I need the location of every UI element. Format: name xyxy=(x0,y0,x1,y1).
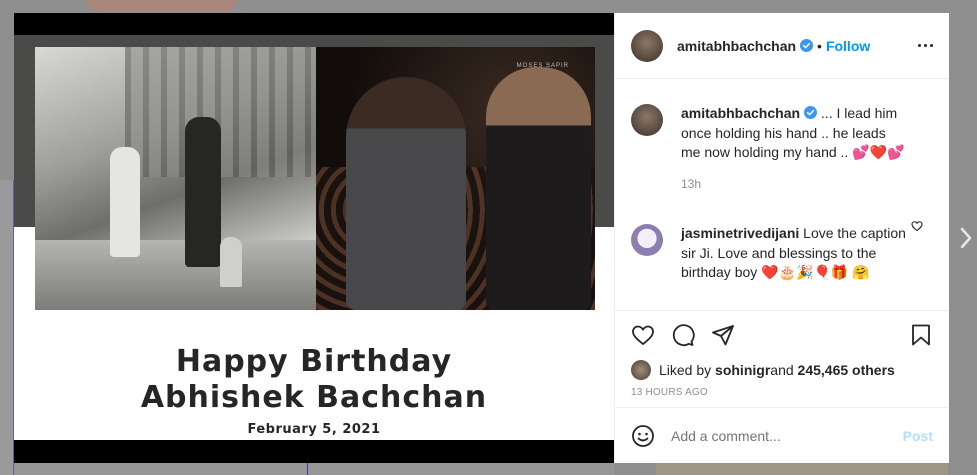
comment-input[interactable] xyxy=(671,427,903,444)
separator-dot: • xyxy=(817,37,822,54)
photo-watermark: MOSES SAPIR xyxy=(516,63,569,69)
action-icons xyxy=(631,311,933,359)
commenter-username[interactable]: jasminetrivedijani xyxy=(681,225,799,241)
author-username[interactable]: amitabhbachchan xyxy=(677,38,796,54)
likes-count[interactable]: 245,465 others xyxy=(798,362,895,378)
bookmark-icon[interactable] xyxy=(909,323,933,347)
post-timestamp[interactable]: 13 HOURS AGO xyxy=(631,387,933,407)
caption-avatar[interactable] xyxy=(631,104,663,136)
post-comment-button[interactable]: Post xyxy=(903,428,933,444)
vintage-photo xyxy=(35,47,316,310)
post-side-panel: amitabhbachchan • Follow amitabhbachchan… xyxy=(614,13,949,463)
post-media[interactable]: MOSES SAPIR Happy Birthday Abhishek Bach… xyxy=(14,13,614,463)
likes-prefix: Liked by xyxy=(659,362,712,378)
heart-icon[interactable] xyxy=(631,323,655,347)
photo-figure-man xyxy=(185,117,221,267)
photo-figure-son xyxy=(346,77,466,310)
smiley-icon[interactable] xyxy=(631,424,655,448)
verified-badge-icon xyxy=(800,39,814,52)
author-avatar[interactable] xyxy=(631,29,663,62)
caption-username[interactable]: amitabhbachchan xyxy=(681,105,800,121)
caption-time[interactable]: 13h xyxy=(681,175,906,195)
caption-comment: amitabhbachchan ... I lead him once hold… xyxy=(631,104,933,194)
comments-section[interactable]: amitabhbachchan ... I lead him once hold… xyxy=(615,79,949,310)
photo-figure-child xyxy=(110,147,140,257)
background-divider xyxy=(307,463,308,475)
recent-photo: MOSES SAPIR xyxy=(316,47,595,310)
background-thumbnail xyxy=(86,0,236,12)
caption-body: amitabhbachchan ... I lead him once hold… xyxy=(681,104,906,194)
liker-username[interactable]: sohinigr xyxy=(715,362,770,378)
commenter-avatar[interactable] xyxy=(631,224,663,256)
comment-item: jasminetrivedijani Love the caption sir … xyxy=(631,224,933,283)
verified-badge-icon xyxy=(804,106,818,119)
add-comment-bar: Post xyxy=(615,407,949,463)
follow-button[interactable]: Follow xyxy=(826,38,870,54)
post-header: amitabhbachchan • Follow xyxy=(615,13,949,79)
post-image: MOSES SAPIR Happy Birthday Abhishek Bach… xyxy=(14,35,614,440)
next-post-button[interactable] xyxy=(955,224,977,252)
more-options-icon[interactable] xyxy=(918,44,933,47)
comment-like-icon[interactable] xyxy=(911,219,923,232)
post-actions: Liked by sohinigr and 245,465 others 13 … xyxy=(615,310,949,407)
post-modal: MOSES SAPIR Happy Birthday Abhishek Bach… xyxy=(14,13,949,463)
background-thumbnail-right xyxy=(656,463,948,475)
photo-floor xyxy=(35,240,316,310)
liker-avatar[interactable] xyxy=(631,360,651,380)
background-strip xyxy=(14,463,614,475)
image-title-line2: Abhishek Bachchan xyxy=(140,380,488,415)
likes-middle: and xyxy=(770,362,794,378)
paper-plane-icon[interactable] xyxy=(711,323,735,347)
likes-summary: Liked by sohinigr and 245,465 others xyxy=(631,359,933,381)
image-title-line1: Happy Birthday xyxy=(175,344,453,379)
comment-icon[interactable] xyxy=(671,323,695,347)
background-edge xyxy=(0,180,14,475)
comment-body: jasminetrivedijani Love the caption sir … xyxy=(681,224,906,283)
chevron-right-icon xyxy=(960,227,972,249)
photo-figure-father xyxy=(486,67,591,310)
image-date: February 5, 2021 xyxy=(247,422,381,437)
photo-stand xyxy=(220,237,242,287)
